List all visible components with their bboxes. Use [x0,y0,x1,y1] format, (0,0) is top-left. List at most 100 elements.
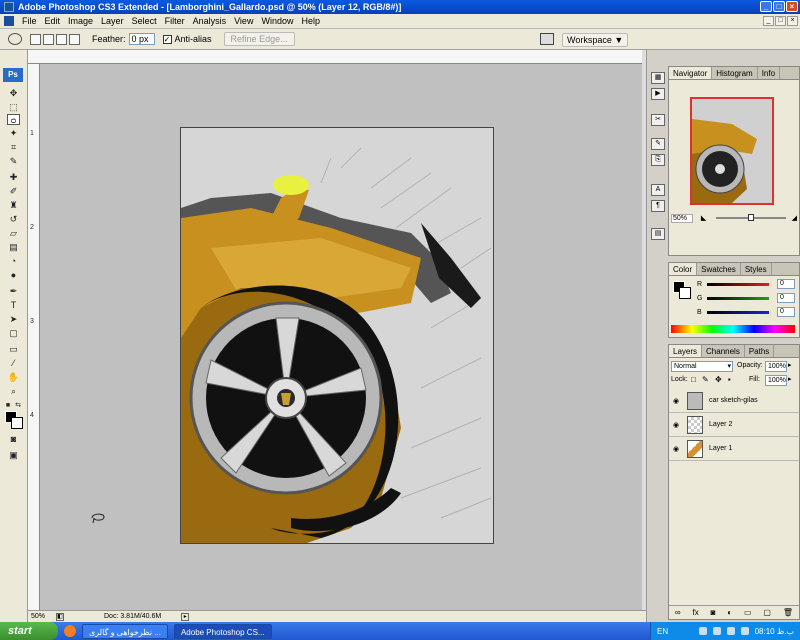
tab-styles[interactable]: Styles [741,263,772,275]
intersect-selection-mode-icon[interactable] [69,33,80,45]
tab-color[interactable]: Color [669,263,698,275]
gradient-tool-icon[interactable]: ▤ [7,242,20,253]
layer-row[interactable]: ◉ car sketch-gilas [669,389,799,413]
red-value-input[interactable]: 0 [777,279,795,289]
tab-info[interactable]: Info [758,67,781,79]
crop-tool-icon[interactable]: ⌗ [7,142,20,153]
eyedropper-tool-icon[interactable]: ⁄ [7,358,20,369]
tray-icon[interactable] [698,627,707,635]
type-tool-icon[interactable]: T [7,300,20,311]
screen-mode-icon[interactable]: ▣ [7,450,20,461]
mask-icon[interactable]: ◙ [711,608,716,617]
tray-icon[interactable] [726,627,735,635]
healing-brush-tool-icon[interactable]: ✚ [7,172,20,183]
magic-wand-tool-icon[interactable]: ✦ [7,128,20,139]
adjustment-icon[interactable]: ◐ [727,608,732,617]
tab-swatches[interactable]: Swatches [697,263,741,275]
feather-input[interactable]: 0 px [128,33,155,45]
move-tool-icon[interactable]: ✥ [7,88,20,99]
menu-analysis[interactable]: Analysis [189,16,231,26]
horizontal-ruler[interactable] [28,50,642,64]
tool-presets-dock-icon[interactable]: ✂ [651,114,665,126]
status-icon[interactable]: ◧ [56,612,64,621]
navigator-dock-icon[interactable]: ▦ [651,72,665,84]
menu-view[interactable]: View [230,16,257,26]
add-selection-mode-icon[interactable] [43,33,54,45]
tab-histogram[interactable]: Histogram [712,67,758,79]
minimize-button[interactable]: _ [760,1,772,12]
menu-edit[interactable]: Edit [41,16,65,26]
notes-tool-icon[interactable]: ▭ [7,344,20,355]
shape-tool-icon[interactable]: ▢ [7,328,20,339]
zoom-out-icon[interactable]: ◣ [701,214,706,222]
opacity-arrow-icon[interactable]: ▸ [788,361,792,369]
color-spectrum-bar[interactable] [671,325,795,333]
eye-icon[interactable]: ◉ [669,397,683,405]
status-zoom[interactable]: 50% [28,613,50,620]
blend-mode-select[interactable]: Normal ▾ [671,361,733,372]
menu-layer[interactable]: Layer [97,16,128,26]
doc-minimize-button[interactable]: _ [763,16,774,26]
fill-input[interactable]: 100% [765,375,787,386]
pen-tool-icon[interactable]: ✒ [7,286,20,297]
tab-navigator[interactable]: Navigator [669,67,713,79]
vertical-ruler[interactable]: 1 2 3 4 [28,64,40,610]
tray-icon[interactable] [712,627,721,635]
maximize-button[interactable]: □ [773,1,785,12]
zoom-in-icon[interactable]: ◢ [792,214,797,222]
antialias-checkbox[interactable]: ✓ [162,34,172,44]
eye-icon[interactable]: ◉ [669,421,683,429]
layer-comps-dock-icon[interactable]: ▤ [651,228,665,240]
new-selection-mode-icon[interactable] [30,33,41,45]
volume-icon[interactable] [740,627,749,635]
brush-tool-icon[interactable]: ✐ [7,186,20,197]
tab-paths[interactable]: Paths [745,345,775,357]
clone-stamp-tool-icon[interactable]: ♜ [7,200,20,211]
navigator-thumbnail[interactable] [690,97,774,205]
start-button[interactable]: start [0,622,58,640]
firefox-icon[interactable] [64,625,76,637]
zoom-slider-knob[interactable] [748,214,755,221]
actions-dock-icon[interactable]: ▶ [651,88,665,100]
workspace-button[interactable]: Workspace ▼ [562,33,629,47]
group-icon[interactable]: ▭ [744,608,752,617]
navigator-zoom-field[interactable]: 50% [671,213,693,223]
trash-icon[interactable]: 🗑 [783,608,793,617]
taskbar-item-photoshop[interactable]: Adobe Photoshop CS... [173,623,272,639]
background-color-swatch[interactable] [11,417,23,429]
clone-source-dock-icon[interactable]: ⎘ [651,154,665,166]
new-layer-icon[interactable]: ▢ [763,608,771,617]
menu-window[interactable]: Window [257,16,297,26]
lock-icons[interactable]: □ ✎ ✥ ▪ [691,375,733,384]
quick-mask-icon[interactable]: ◙ [7,434,20,445]
default-colors-icon[interactable]: ■ [4,400,12,411]
menu-help[interactable]: Help [297,16,324,26]
clock[interactable]: 08:10 ب.ظ [755,627,794,636]
language-indicator[interactable]: EN [651,627,668,636]
swap-colors-icon[interactable]: ⇆ [14,400,22,411]
history-brush-tool-icon[interactable]: ↺ [7,214,20,225]
character-dock-icon[interactable]: A [651,184,665,196]
link-icon[interactable]: ∞ [675,608,681,617]
tab-layers[interactable]: Layers [669,345,703,357]
status-menu-arrow-icon[interactable]: ▸ [181,612,190,621]
fx-icon[interactable]: fx [692,608,698,617]
lasso-tool-icon[interactable]: ᴑ [7,114,20,125]
eye-icon[interactable]: ◉ [669,445,683,453]
slice-tool-icon[interactable]: ✎ [7,156,20,167]
taskbar-item-browser[interactable]: نظرخواهی و گالری ... [82,623,168,639]
document-canvas[interactable] [180,127,494,544]
layer-row[interactable]: ◉ Layer 1 [669,437,799,461]
paragraph-dock-icon[interactable]: ¶ [651,200,665,212]
doc-close-button[interactable]: × [787,16,798,26]
blue-value-input[interactable]: 0 [777,307,795,317]
dodge-tool-icon[interactable]: ● [7,270,20,281]
eraser-tool-icon[interactable]: ▱ [7,228,20,239]
refine-edge-button[interactable]: Refine Edge... [223,32,295,46]
green-slider[interactable] [707,296,769,300]
navigator-zoom-slider[interactable] [716,214,786,221]
fill-arrow-icon[interactable]: ▸ [788,375,792,383]
menu-select[interactable]: Select [128,16,161,26]
app-menu-icon[interactable] [4,16,14,26]
menu-image[interactable]: Image [64,16,97,26]
